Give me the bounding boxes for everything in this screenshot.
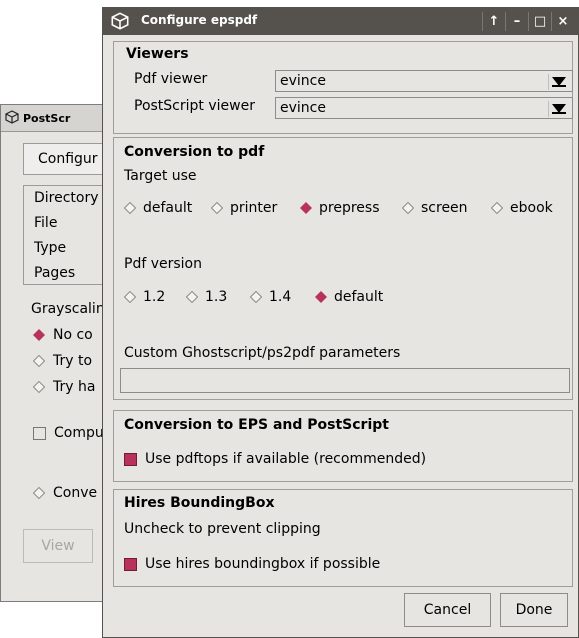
radio-target-printer[interactable]: printer [211,200,277,216]
radio-label: Try to [53,353,93,369]
radio-label: ebook [510,200,553,216]
conversion-pdf-frame: Conversion to pdf Target use default pri… [113,137,573,400]
radio-version-1-4[interactable]: 1.4 [250,289,291,305]
pdf-version-label: Pdf version [124,256,202,272]
background-window-titlebar[interactable]: PostScr [1,105,102,132]
pdf-viewer-label: Pdf viewer [134,71,208,87]
hires-frame: Hires BoundingBox Uncheck to prevent cli… [113,489,573,587]
conversion-pdf-heading: Conversion to pdf [124,144,265,160]
configure-dialog: Configure epspdf ↑ – □ × Viewers Pdf vie… [102,7,579,638]
hires-checkbox[interactable]: Use hires boundingbox if possible [124,556,380,572]
target-use-label: Target use [124,168,197,184]
radio-try-to[interactable]: Try to [33,353,92,369]
done-button[interactable]: Done [500,593,568,627]
dropdown-arrow-icon [548,74,569,90]
checkbox-label: Compu [54,425,104,441]
radio-selected-icon [315,291,327,303]
radio-unselected-icon [33,381,45,393]
radio-label: default [143,200,193,216]
radio-convert[interactable]: Conve [33,485,97,501]
conversion-eps-heading: Conversion to EPS and PostScript [124,417,389,433]
radio-label: 1.3 [205,289,228,305]
maximize-button[interactable]: □ [528,12,551,31]
checkbox-unchecked-icon [33,426,46,440]
radio-try-hard[interactable]: Try ha [33,379,95,395]
cancel-button[interactable]: Cancel [404,593,491,627]
window-cube-icon [5,110,19,127]
compute-checkbox[interactable]: Compu [33,425,104,441]
dialog-title: Configure epspdf [141,13,258,27]
radio-unselected-icon [211,202,223,214]
radio-label: printer [230,200,278,216]
view-button[interactable]: View [23,529,93,563]
ps-viewer-value: evince [280,100,326,116]
list-item: Pages [34,265,76,281]
window-cube-icon [111,12,129,34]
dialog-titlebar[interactable]: Configure epspdf ↑ – □ × [103,8,578,35]
ps-viewer-select[interactable]: evince [275,97,573,119]
hires-heading: Hires BoundingBox [124,495,275,511]
radio-unselected-icon [33,355,45,367]
close-button[interactable]: × [551,12,574,31]
radio-no-conversion[interactable]: No co [33,327,93,343]
radio-label: Try ha [53,379,96,395]
radio-selected-icon [300,202,312,214]
viewers-frame: Viewers Pdf viewer evince PostScript vie… [113,41,573,134]
list-item: Directory [34,190,99,206]
pdftops-checkbox[interactable]: Use pdftops if available (recommended) [124,451,426,467]
checkbox-label: Use hires boundingbox if possible [145,556,381,572]
radio-version-1-3[interactable]: 1.3 [186,289,227,305]
radio-version-1-2[interactable]: 1.2 [124,289,165,305]
hires-note: Uncheck to prevent clipping [124,521,321,537]
configure-button[interactable]: Configur [23,143,113,175]
radio-unselected-icon [124,202,136,214]
shade-button[interactable]: ↑ [482,12,505,31]
custom-params-label: Custom Ghostscript/ps2pdf parameters [124,345,401,361]
pdf-viewer-value: evince [280,73,326,89]
custom-params-input[interactable] [120,368,570,393]
radio-label: screen [421,200,468,216]
ps-viewer-label: PostScript viewer [134,98,255,114]
radio-unselected-icon [124,291,136,303]
list-item: Type [34,240,67,256]
minimize-button[interactable]: – [505,12,528,31]
radio-label: default [334,289,384,305]
radio-label: prepress [319,200,380,216]
radio-unselected-icon [250,291,262,303]
grayscaling-label: Grayscalin [31,301,105,317]
list-item: File [34,215,58,231]
radio-label: Conve [53,485,98,501]
radio-unselected-icon [186,291,198,303]
radio-version-default[interactable]: default [315,289,383,305]
dropdown-arrow-icon [548,101,569,117]
radio-target-screen[interactable]: screen [402,200,468,216]
radio-label: 1.2 [143,289,166,305]
background-window: PostScr Configur Directory File Type Pag… [0,104,113,602]
checkbox-checked-icon [124,557,137,571]
checkbox-label: Use pdftops if available (recommended) [145,451,427,467]
radio-label: 1.4 [269,289,292,305]
pdf-viewer-select[interactable]: evince [275,70,573,92]
radio-selected-icon [33,329,45,341]
background-window-title: PostScr [23,111,71,125]
conversion-eps-frame: Conversion to EPS and PostScript Use pdf… [113,410,573,482]
radio-target-prepress[interactable]: prepress [300,200,379,216]
radio-target-ebook[interactable]: ebook [491,200,553,216]
radio-unselected-icon [402,202,414,214]
info-list: Directory File Type Pages [23,185,113,285]
checkbox-checked-icon [124,452,137,466]
radio-unselected-icon [491,202,503,214]
radio-target-default[interactable]: default [124,200,192,216]
radio-unselected-icon [33,487,45,499]
viewers-heading: Viewers [126,46,189,62]
radio-label: No co [53,327,93,343]
